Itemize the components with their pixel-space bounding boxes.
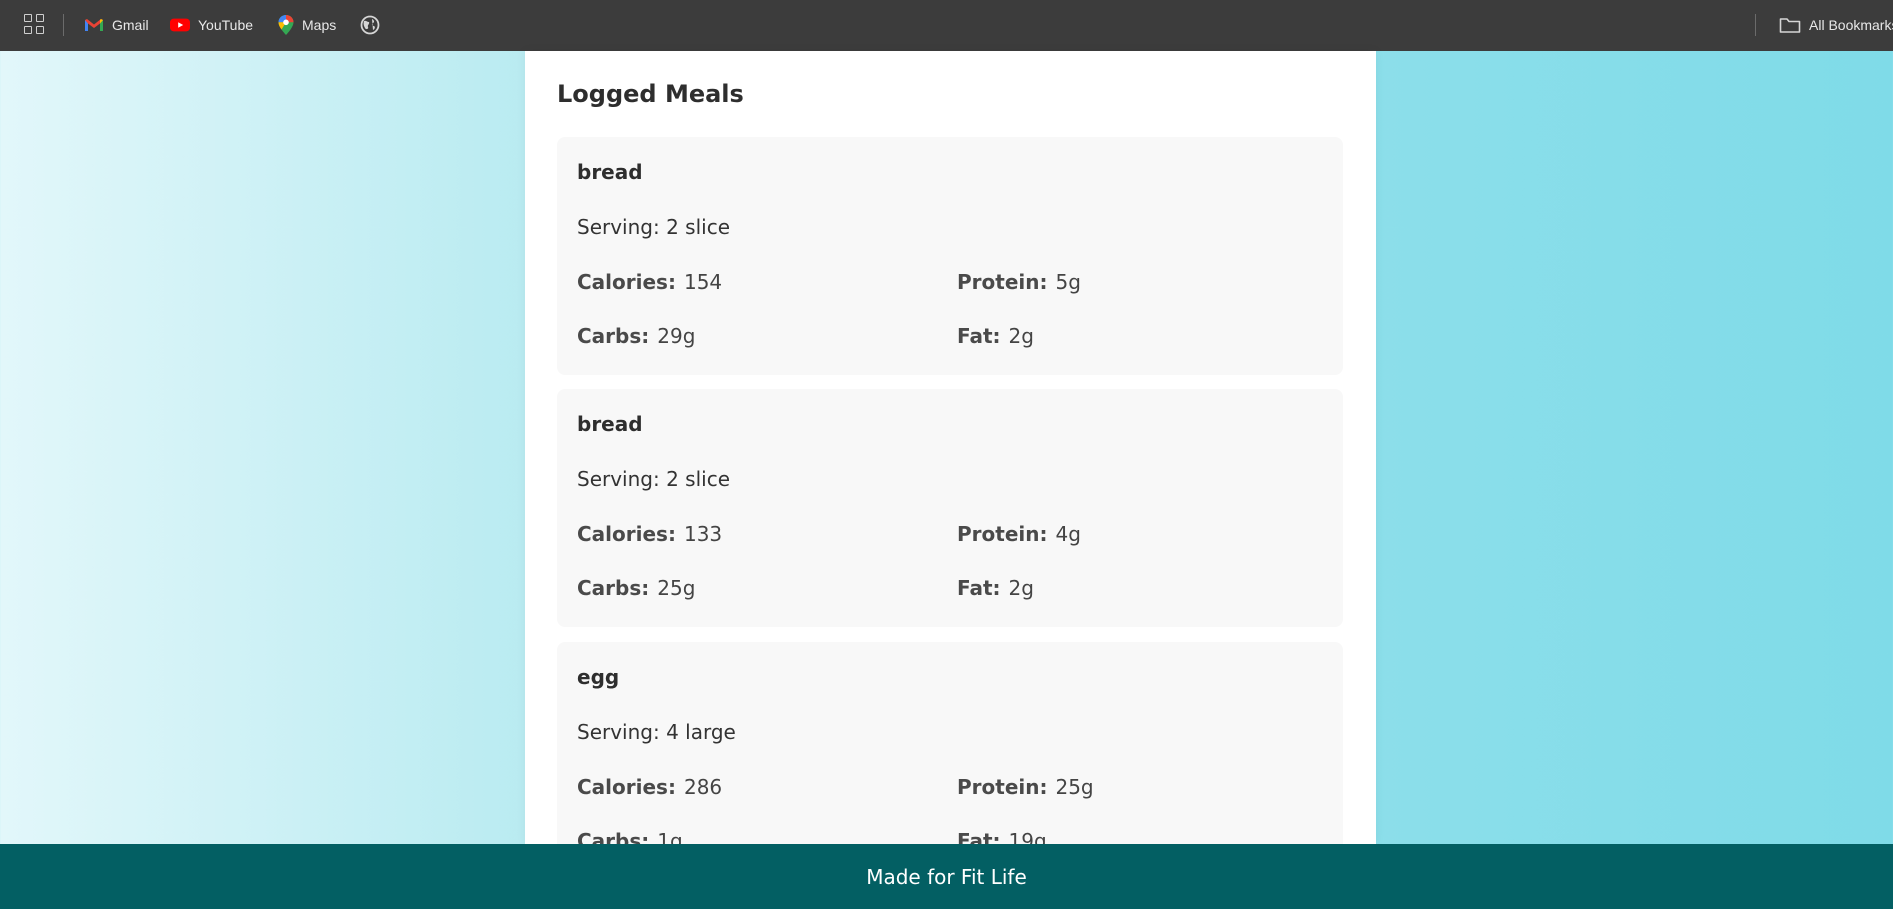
calories-value: 286	[683, 775, 723, 799]
meal-carbs: Carbs: 25g	[577, 576, 695, 600]
meal-serving: Serving: 2 slice	[577, 467, 730, 491]
globe-icon	[360, 15, 380, 35]
all-bookmarks-button[interactable]: All Bookmarks	[1779, 13, 1893, 37]
gmail-icon	[85, 19, 103, 31]
protein-label: Protein:	[957, 270, 1048, 294]
maps-pin-icon	[278, 15, 294, 35]
meal-name: egg	[577, 665, 620, 689]
bookmark-maps[interactable]: Maps	[278, 13, 336, 37]
calories-label: Calories:	[577, 270, 676, 294]
carbs-value: 25g	[657, 576, 696, 600]
meal-calories: Calories: 286	[577, 775, 722, 799]
carbs-label: Carbs:	[577, 576, 650, 600]
meal-card: bread Serving: 2 slice Calories: 154 Prot…	[557, 137, 1343, 375]
youtube-icon	[170, 18, 190, 32]
calories-value: 154	[683, 270, 723, 294]
meal-name: bread	[577, 412, 643, 436]
footer: Made for Fit Life	[0, 844, 1893, 909]
folder-icon	[1779, 18, 1801, 33]
bookmark-youtube[interactable]: YouTube	[170, 13, 253, 37]
meal-calories: Calories: 154	[577, 270, 722, 294]
meal-card: bread Serving: 2 slice Calories: 133 Prot…	[557, 389, 1343, 627]
fat-label: Fat:	[957, 324, 1001, 348]
meal-protein: Protein: 4g	[957, 522, 1081, 546]
footer-text: Made for Fit Life	[866, 864, 1027, 889]
bookmark-label: YouTube	[198, 17, 254, 33]
fat-label: Fat:	[957, 576, 1001, 600]
all-bookmarks-label: All Bookmarks	[1809, 17, 1893, 33]
calories-label: Calories:	[577, 522, 676, 546]
apps-grid-icon[interactable]	[24, 14, 46, 36]
meal-name: bread	[577, 160, 643, 184]
meal-fat: Fat: 2g	[957, 576, 1034, 600]
protein-value: 4g	[1055, 522, 1081, 546]
bookmark-gmail[interactable]: Gmail	[84, 13, 149, 37]
meal-fat: Fat: 2g	[957, 324, 1034, 348]
calories-label: Calories:	[577, 775, 676, 799]
meal-serving: Serving: 2 slice	[577, 215, 730, 239]
meal-protein: Protein: 25g	[957, 775, 1094, 799]
protein-value: 5g	[1055, 270, 1081, 294]
protein-value: 25g	[1055, 775, 1094, 799]
meal-carbs: Carbs: 29g	[577, 324, 695, 348]
fat-value: 2g	[1008, 576, 1034, 600]
logged-meals-panel: Logged Meals bread Serving: 2 slice Calo…	[525, 51, 1376, 880]
bookmark-label: Maps	[302, 17, 337, 33]
bookmark-label: Gmail	[112, 17, 149, 33]
meal-protein: Protein: 5g	[957, 270, 1081, 294]
meal-calories: Calories: 133	[577, 522, 722, 546]
protein-label: Protein:	[957, 522, 1048, 546]
page-title: Logged Meals	[557, 80, 744, 108]
bookmarks-divider	[63, 14, 64, 36]
carbs-label: Carbs:	[577, 324, 650, 348]
bookmark-web[interactable]	[360, 13, 380, 37]
bookmarks-bar: Gmail YouTube Maps All Bookmarks	[0, 0, 1893, 51]
meal-serving: Serving: 4 large	[577, 720, 736, 744]
carbs-value: 29g	[657, 324, 696, 348]
protein-label: Protein:	[957, 775, 1048, 799]
fat-value: 2g	[1008, 324, 1034, 348]
bookmarks-divider	[1755, 14, 1756, 36]
calories-value: 133	[683, 522, 723, 546]
